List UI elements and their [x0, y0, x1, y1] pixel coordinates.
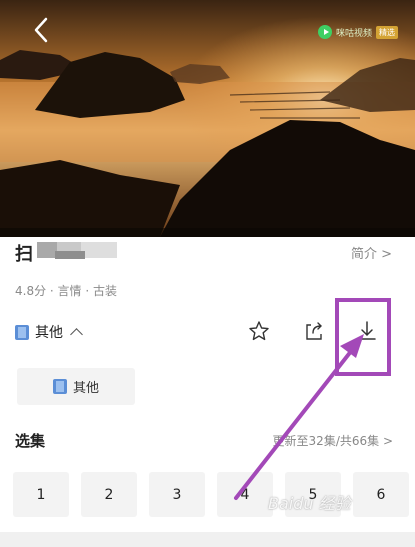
intro-link[interactable]: 简介 >	[351, 243, 392, 262]
source-option-label: 其他	[72, 381, 99, 396]
logo-badge: 精选	[376, 25, 399, 39]
video-player[interactable]: 咪咕视频 精选	[0, 0, 415, 237]
episode-button[interactable]: 3	[149, 472, 205, 517]
episodes-status-link[interactable]: 更新至32集/共66集 >	[273, 432, 393, 449]
logo-text: 咪咕视频	[336, 28, 373, 39]
source-label: 其他	[35, 325, 63, 341]
episode-button[interactable]: 2	[81, 472, 137, 517]
back-button[interactable]	[30, 16, 54, 44]
favorite-button[interactable]	[248, 320, 270, 342]
title-row: 扫 简介 >	[15, 240, 400, 265]
source-selector[interactable]: 其他	[15, 320, 83, 344]
star-icon	[249, 321, 269, 341]
play-logo-icon	[318, 25, 332, 39]
show-title: 扫	[15, 244, 33, 265]
episode-button[interactable]: 4	[217, 472, 273, 517]
film-icon	[52, 379, 67, 394]
share-icon	[306, 322, 322, 340]
chevron-left-icon	[34, 17, 48, 43]
bottom-divider	[0, 532, 415, 547]
episodes-heading: 选集	[15, 432, 46, 450]
show-meta: 4.8分 · 言情 · 古装	[15, 284, 117, 298]
source-option-chip[interactable]: 其他	[17, 368, 135, 405]
title-redaction-dark	[55, 251, 85, 259]
channel-logo: 咪咕视频 精选	[318, 24, 399, 40]
film-icon	[15, 324, 29, 340]
episode-button[interactable]: 1	[13, 472, 69, 517]
share-button[interactable]	[303, 320, 325, 342]
watermark: Baidu 经验	[268, 494, 351, 513]
annotation-highlight-box	[335, 298, 391, 376]
episode-button[interactable]: 6	[353, 472, 409, 517]
chevron-up-icon	[70, 328, 83, 341]
